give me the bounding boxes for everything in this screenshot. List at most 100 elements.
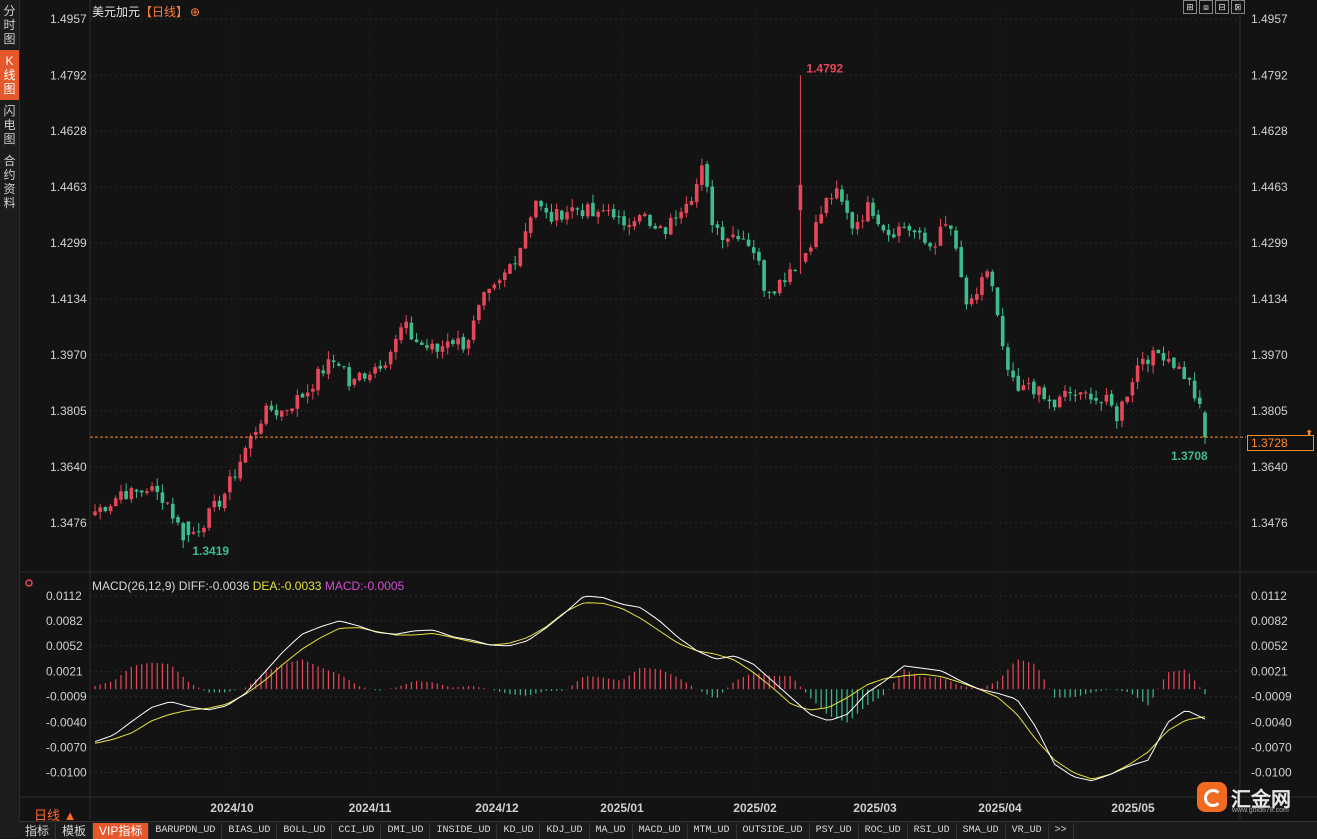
candle-body	[207, 508, 211, 528]
candle-body	[814, 222, 818, 247]
candle-body	[751, 247, 756, 253]
candle-body	[196, 531, 201, 533]
candle-body	[352, 378, 357, 385]
candle-body	[886, 229, 891, 236]
template-menu[interactable]: 模板	[56, 822, 94, 839]
macd-legend-macd: MACD:-0.0005	[324, 579, 405, 593]
candle-body	[746, 239, 751, 246]
indicator-vr[interactable]: VR_UD	[1006, 822, 1049, 839]
candle-body	[295, 395, 300, 409]
macd-tick-label-right: 0.0112	[1251, 589, 1287, 603]
candle-body	[544, 207, 549, 213]
candle-body	[1000, 315, 1005, 347]
candle-body	[430, 343, 434, 350]
candle-body	[803, 253, 808, 262]
indicator-boll[interactable]: BOLL_UD	[277, 822, 333, 839]
more-indicators-button[interactable]: >>	[1049, 822, 1074, 839]
candle-body	[694, 183, 699, 203]
candle-body	[238, 461, 243, 479]
candle-body	[409, 322, 414, 340]
candle-body	[943, 224, 948, 226]
candle-body	[1042, 387, 1047, 399]
indicator-roc[interactable]: ROC_UD	[859, 822, 908, 839]
candle-body	[534, 200, 538, 218]
candle-body	[1011, 370, 1015, 378]
time-tick-label: 2025/04	[978, 801, 1022, 815]
indicator-bias[interactable]: BIAS_UD	[222, 822, 278, 839]
indicator-psy[interactable]: PSY_UD	[810, 822, 859, 839]
indicator-inside[interactable]: INSIDE_UD	[430, 822, 498, 839]
indicator-kdj[interactable]: KDJ_UD	[540, 822, 590, 839]
candle-body	[435, 343, 440, 352]
candle-body	[788, 269, 792, 283]
macd-tick-label-left: 0.0112	[46, 589, 82, 603]
indicator-outside[interactable]: OUTSIDE_UD	[737, 822, 810, 839]
price-tick-label-right: 1.3970	[1251, 348, 1288, 362]
candle-body	[445, 341, 450, 348]
candle-body	[482, 292, 486, 306]
candle-body	[1115, 406, 1119, 422]
candle-body	[705, 164, 709, 187]
candle-body	[917, 230, 922, 233]
indicator-rsi[interactable]: RSI_UD	[908, 822, 957, 839]
candle-body	[134, 489, 139, 492]
candle-body	[228, 476, 232, 493]
candle-body	[974, 294, 979, 300]
candle-body	[549, 211, 554, 222]
candle-body	[980, 277, 984, 295]
candle-body	[316, 368, 320, 391]
candle-body	[368, 374, 372, 381]
candle-body	[243, 447, 248, 463]
candle-body	[995, 287, 1000, 316]
candle-body	[321, 370, 326, 374]
price-tick-label-left: 1.3476	[50, 516, 87, 530]
candle-body	[648, 215, 652, 226]
candle-body	[891, 234, 896, 238]
indicator-kd[interactable]: KD_UD	[497, 822, 541, 839]
time-tick-label: 2024/10	[210, 801, 254, 815]
candle-body	[850, 212, 855, 229]
candle-body	[829, 198, 834, 200]
candle-body	[451, 340, 455, 344]
candle-body	[1120, 401, 1124, 421]
indicator-menu[interactable]: 指标	[19, 822, 57, 839]
price-tick-label-left: 1.3970	[50, 348, 87, 362]
candle-body	[425, 345, 429, 348]
price-tick-label-left: 1.4957	[50, 12, 87, 26]
time-tick-label: 2025/03	[853, 801, 897, 815]
candle-body	[855, 222, 860, 230]
vip-indicator-tab[interactable]: VIP指标	[93, 822, 150, 839]
chart-canvas[interactable]: 1.4957 1.4957 1.4792 1.4792 1.4628 1.4628 1.44…	[0, 0, 1317, 838]
candle-body	[394, 338, 398, 353]
indicator-sma[interactable]: SMA_UD	[957, 822, 1006, 839]
candle-body	[103, 507, 108, 512]
price-tick-label-right: 1.4463	[1251, 180, 1288, 194]
price-tick-label-right: 1.4957	[1251, 12, 1288, 26]
candle-body	[772, 291, 777, 294]
candle-body	[969, 298, 974, 305]
candle-body	[404, 321, 409, 329]
indicator-dmi[interactable]: DMI_UD	[381, 822, 431, 839]
price-tick-label-right: 1.3640	[1251, 460, 1288, 474]
indicator-cci[interactable]: CCI_UD	[332, 822, 382, 839]
candle-body	[1198, 397, 1202, 404]
candle-body	[1104, 394, 1109, 402]
candle-body	[715, 224, 720, 228]
candle-body	[871, 202, 875, 216]
candle-body	[93, 511, 97, 516]
indicator-macd[interactable]: MACD_UD	[633, 822, 688, 839]
candle-body	[456, 338, 460, 345]
candle-body	[160, 492, 165, 503]
indicator-ma[interactable]: MA_UD	[590, 822, 633, 839]
candle-body	[990, 271, 995, 287]
candle-body	[1140, 358, 1145, 365]
candle-body	[1187, 377, 1192, 380]
price-tick-label-left: 1.3805	[50, 404, 87, 418]
indicator-barupdn[interactable]: BARUPDN_UD	[149, 822, 223, 839]
indicator-mtm[interactable]: MTM_UD	[688, 822, 737, 839]
candle-body	[1156, 349, 1161, 354]
candle-body	[305, 392, 310, 397]
candle-body	[145, 491, 149, 494]
candle-body	[808, 247, 813, 252]
candle-body	[902, 226, 906, 228]
